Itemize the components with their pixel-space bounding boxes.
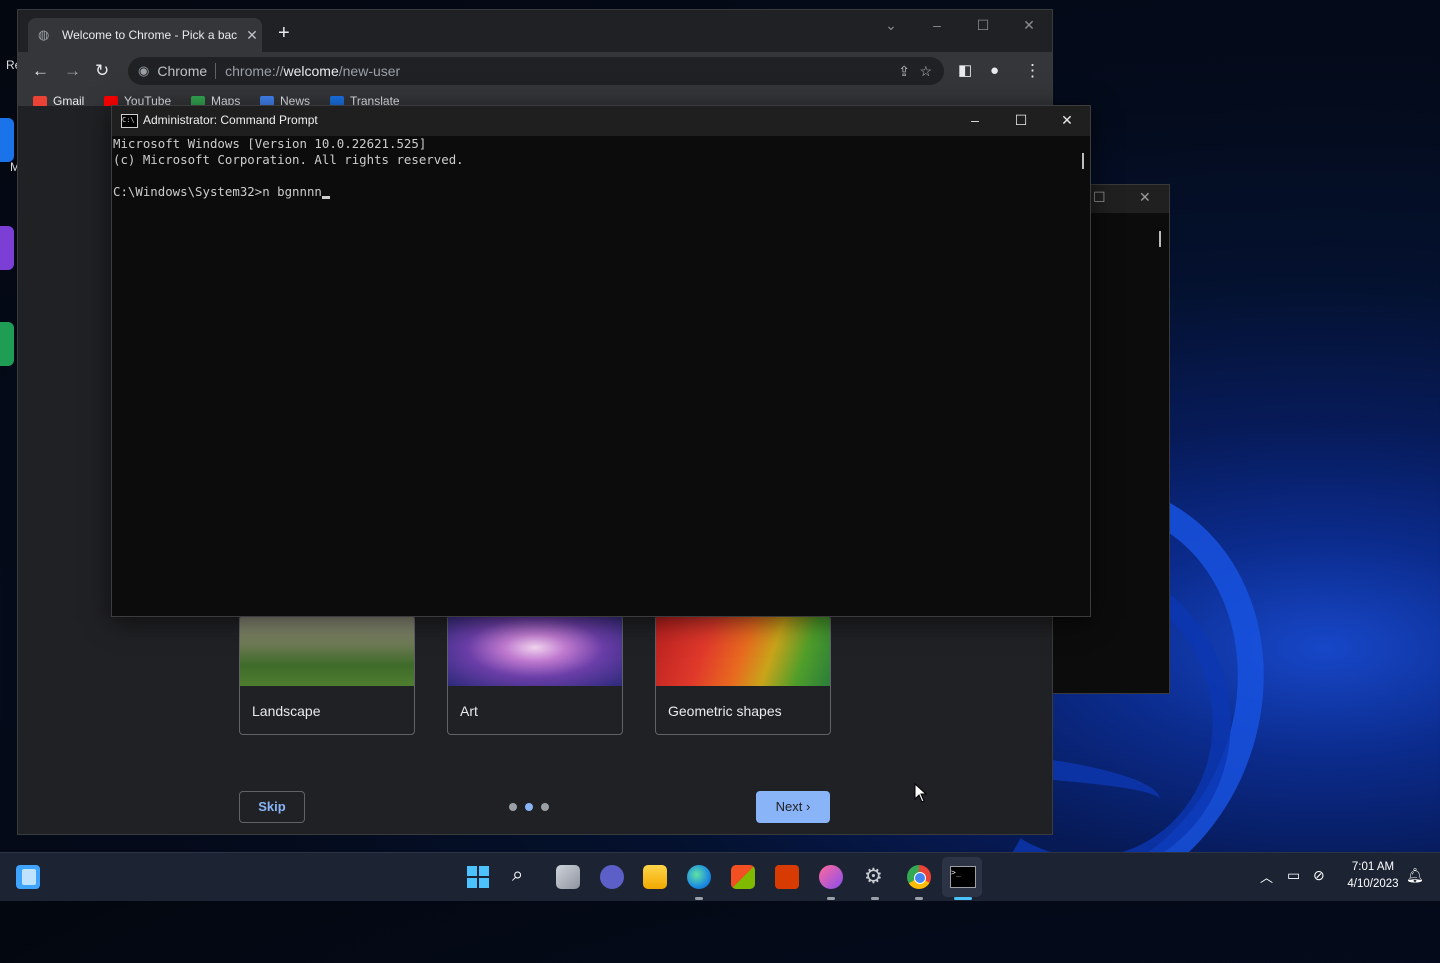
settings-gear-icon[interactable]: ⚙ bbox=[864, 864, 883, 889]
share-icon[interactable]: ⇪ bbox=[898, 63, 910, 80]
text-cursor bbox=[321, 196, 330, 199]
tab-close-icon[interactable]: ✕ bbox=[242, 27, 262, 44]
maximize-icon[interactable]: ☐ bbox=[960, 10, 1006, 42]
terminal-icon: >_ bbox=[950, 866, 976, 888]
gmail-icon bbox=[33, 95, 47, 106]
widgets-icon[interactable] bbox=[16, 865, 40, 889]
network-icon[interactable]: ▭ bbox=[1287, 867, 1300, 884]
menu-icon[interactable]: ⋮ bbox=[1024, 61, 1041, 81]
address-bar[interactable]: ◉ Chrome chrome://welcome/new-user ⇪ ☆ bbox=[128, 57, 944, 85]
file-explorer-icon[interactable] bbox=[643, 865, 667, 889]
desktop-icon[interactable] bbox=[0, 118, 14, 162]
edge-icon[interactable] bbox=[687, 865, 711, 889]
omnibox-chip: Chrome bbox=[157, 63, 217, 79]
geometric-thumbnail bbox=[656, 616, 830, 686]
card-label: Art bbox=[460, 703, 478, 719]
card-label: Landscape bbox=[252, 703, 321, 719]
bookmarks-bar: Gmail YouTube Maps News Translate bbox=[18, 90, 1052, 106]
tab-welcome[interactable]: ◍ Welcome to Chrome - Pick a bac ✕ bbox=[28, 18, 262, 52]
site-info-icon[interactable]: ◉ bbox=[138, 63, 149, 79]
url-path: /new-user bbox=[338, 63, 401, 79]
chat-icon[interactable] bbox=[600, 865, 624, 889]
taskbar: ⌕ ⚙ >_ ︿ ▭ ⊘ 7:01 AM 4/10/2023 🔔︎ bbox=[0, 852, 1440, 901]
art-thumbnail bbox=[448, 616, 622, 686]
minimize-icon[interactable]: – bbox=[952, 106, 998, 136]
task-view-icon[interactable] bbox=[556, 865, 580, 889]
next-button[interactable]: Next › bbox=[756, 791, 830, 823]
new-tab-button[interactable]: + bbox=[278, 23, 290, 43]
close-icon[interactable]: ✕ bbox=[1044, 106, 1090, 136]
cmd-app-icon: C:\ bbox=[121, 114, 138, 128]
chrome-titlebar[interactable]: ◍ Welcome to Chrome - Pick a bac ✕ + ⌄ –… bbox=[18, 10, 1052, 52]
close-icon[interactable]: ✕ bbox=[1006, 10, 1052, 42]
url-text[interactable]: chrome://welcome/new-user bbox=[225, 63, 400, 79]
maximize-icon[interactable]: ☐ bbox=[1093, 189, 1106, 206]
copilot-icon[interactable] bbox=[819, 865, 843, 889]
tab-title: Welcome to Chrome - Pick a bac bbox=[62, 28, 238, 42]
background-card-landscape[interactable]: Landscape bbox=[239, 615, 415, 735]
skip-button[interactable]: Skip bbox=[239, 791, 305, 823]
start-icon[interactable] bbox=[467, 866, 489, 888]
command-prompt-window[interactable]: C:\ Administrator: Command Prompt – ☐ ✕ … bbox=[111, 105, 1091, 617]
page-dot-active bbox=[525, 803, 533, 811]
side-panel-icon[interactable]: ◧ bbox=[958, 61, 972, 81]
console-prompt: C:\Windows\System32> bbox=[113, 184, 263, 199]
volume-icon[interactable]: ⊘ bbox=[1313, 867, 1325, 884]
store-icon[interactable] bbox=[731, 865, 755, 889]
console-output[interactable]: Microsoft Windows [Version 10.0.22621.52… bbox=[113, 136, 464, 200]
reload-icon[interactable]: ↻ bbox=[95, 61, 109, 81]
desktop-icon[interactable] bbox=[0, 226, 14, 270]
command-prompt-titlebar[interactable]: C:\ Administrator: Command Prompt – ☐ ✕ bbox=[112, 106, 1090, 136]
scrollbar-thumb[interactable] bbox=[1082, 153, 1084, 169]
chrome-toolbar: ← → ↻ ◉ Chrome chrome://welcome/new-user… bbox=[18, 52, 1052, 90]
bookmark-gmail[interactable]: Gmail bbox=[33, 94, 84, 106]
bookmark-label: Gmail bbox=[53, 94, 85, 106]
globe-icon: ◍ bbox=[38, 27, 50, 42]
chevron-up-icon[interactable]: ︿ bbox=[1260, 867, 1273, 886]
tab-search-icon[interactable]: ⌄ bbox=[868, 10, 914, 42]
card-label: Geometric shapes bbox=[668, 703, 782, 719]
minimize-icon[interactable]: – bbox=[914, 10, 960, 42]
back-icon[interactable]: ← bbox=[32, 61, 49, 81]
notification-icon[interactable]: 🔔︎ bbox=[1406, 867, 1424, 884]
chevron-right-icon: › bbox=[806, 799, 811, 814]
next-label: Next bbox=[775, 799, 803, 814]
background-card-geometric[interactable]: Geometric shapes bbox=[655, 615, 831, 735]
console-line: Microsoft Windows [Version 10.0.22621.52… bbox=[113, 136, 427, 151]
page-indicator bbox=[509, 803, 549, 811]
background-card-art[interactable]: Art bbox=[447, 615, 623, 735]
page-dot bbox=[541, 803, 549, 811]
console-line: (c) Microsoft Corporation. All rights re… bbox=[113, 152, 464, 167]
forward-icon[interactable]: → bbox=[64, 61, 81, 81]
clock-time[interactable]: 7:01 AM bbox=[1338, 861, 1408, 873]
landscape-thumbnail bbox=[240, 616, 414, 686]
bookmark-star-icon[interactable]: ☆ bbox=[919, 63, 932, 80]
mouse-pointer-icon bbox=[914, 783, 928, 803]
office-icon[interactable] bbox=[775, 865, 799, 889]
terminal-taskbar-button-active[interactable]: >_ bbox=[942, 857, 982, 897]
page-dot bbox=[509, 803, 517, 811]
profile-icon[interactable]: ● bbox=[990, 61, 999, 81]
url-host: welcome bbox=[283, 63, 339, 79]
chrome-icon[interactable] bbox=[907, 865, 931, 889]
desktop-icon[interactable] bbox=[0, 322, 14, 366]
maximize-icon[interactable]: ☐ bbox=[998, 106, 1044, 136]
clock-date[interactable]: 4/10/2023 bbox=[1338, 878, 1408, 890]
console-input[interactable]: n bgnnnn bbox=[262, 184, 322, 199]
search-icon[interactable]: ⌕ bbox=[512, 864, 523, 887]
url-prefix: chrome:// bbox=[225, 63, 284, 79]
window-title: Administrator: Command Prompt bbox=[143, 113, 318, 127]
close-icon[interactable]: ✕ bbox=[1139, 189, 1151, 206]
scrollbar-thumb[interactable] bbox=[1159, 231, 1161, 247]
